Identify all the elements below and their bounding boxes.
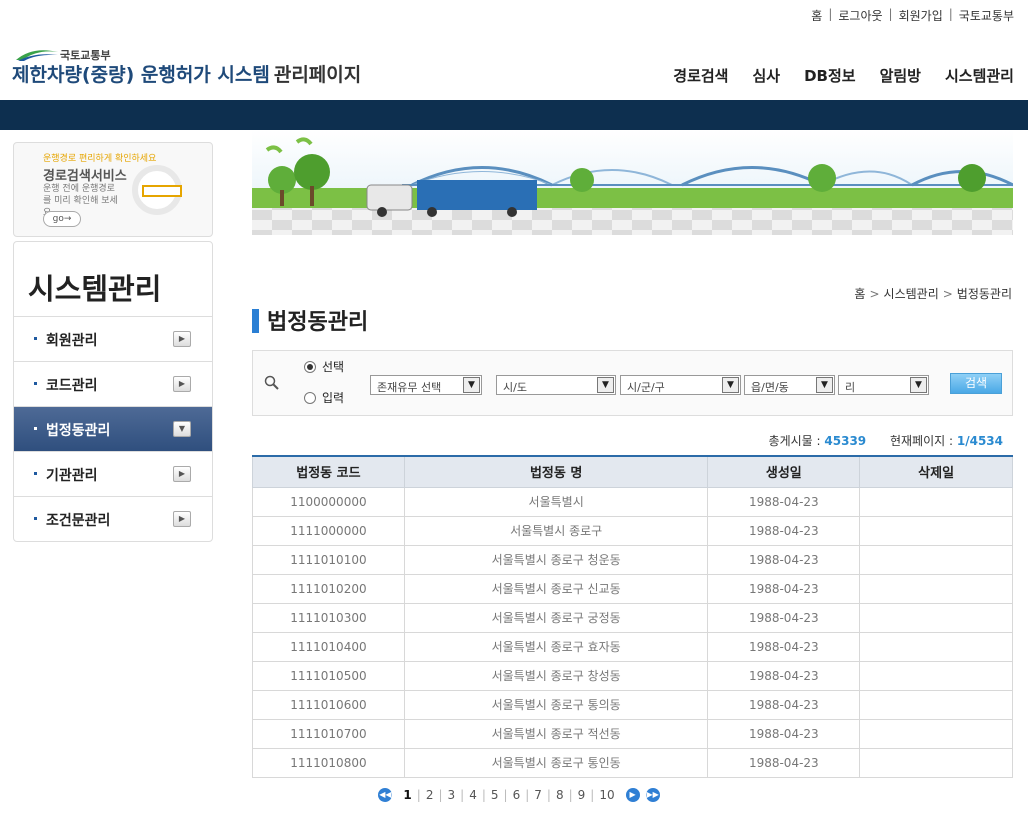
side-menu-item-legal-dong[interactable]: 법정동관리 ▼ bbox=[14, 407, 212, 452]
total-count: 45339 bbox=[824, 434, 867, 448]
page-title: 법정동관리 bbox=[252, 304, 368, 336]
page-indicator: 1/4534 bbox=[956, 434, 1003, 448]
search-icon bbox=[264, 375, 279, 390]
table-row[interactable]: 1111010200 서울특별시 종로구 신교동 1988-04-23 bbox=[252, 573, 1013, 604]
eupmyeondong-select[interactable]: 읍/면/동 ▼ bbox=[744, 375, 835, 395]
ministry-link[interactable]: 국토교통부 bbox=[959, 7, 1014, 24]
nav-bar bbox=[0, 100, 1028, 130]
column-header-code: 법정동 코드 bbox=[252, 456, 405, 488]
breadcrumb-system-admin[interactable]: 시스템관리 bbox=[884, 287, 939, 301]
logout-link[interactable]: 로그아웃 bbox=[838, 7, 882, 24]
page-link-2[interactable]: 2 bbox=[421, 788, 439, 802]
arrow-right-icon: ▶ bbox=[173, 466, 191, 482]
promo-tagline: 운행경로 편리하게 확인하세요 bbox=[43, 154, 157, 164]
radio-select[interactable]: 선택 bbox=[304, 358, 344, 375]
first-page-icon[interactable]: ◀◀ bbox=[378, 788, 393, 802]
sigungu-select[interactable]: 시/군/구 ▼ bbox=[620, 375, 741, 395]
last-page-icon[interactable]: ▶▶ bbox=[645, 788, 660, 802]
site-subtitle: 관리페이지 bbox=[273, 64, 362, 86]
breadcrumb: 홈 > 시스템관리 > 법정동관리 bbox=[854, 287, 1012, 301]
radio-input[interactable]: 입력 bbox=[304, 389, 344, 406]
nav-db-info[interactable]: DB정보 bbox=[804, 65, 856, 86]
page-link-5[interactable]: 5 bbox=[486, 788, 504, 802]
arrow-right-icon: ▶ bbox=[173, 511, 191, 527]
promo-title: 경로검색서비스 bbox=[43, 169, 127, 184]
column-header-created: 생성일 bbox=[707, 456, 861, 488]
pagination: ◀◀ 1 | 2 | 3 | 4 | 5 | 6 | 7 | 8 | 9 | 10 ▶ ▶▶ bbox=[378, 788, 660, 802]
table-row[interactable]: 1111010100 서울특별시 종로구 청운동 1988-04-23 bbox=[252, 544, 1013, 575]
record-count: 총게시물 : 45339 현재페이지 : 1/4534 bbox=[768, 434, 1003, 448]
page-link-8[interactable]: 8 bbox=[551, 788, 569, 802]
page-link-7[interactable]: 7 bbox=[529, 788, 547, 802]
next-page-icon[interactable]: ▶ bbox=[625, 788, 640, 802]
chevron-down-icon: ▼ bbox=[463, 377, 480, 393]
page-link-4[interactable]: 4 bbox=[464, 788, 482, 802]
main-nav: 경로검색 심사 DB정보 알림방 시스템관리 bbox=[673, 65, 1014, 86]
hero-banner bbox=[252, 130, 1013, 235]
nav-review[interactable]: 심사 bbox=[752, 65, 780, 86]
page-link-1[interactable]: 1 bbox=[398, 788, 416, 802]
signup-link[interactable]: 회원가입 bbox=[899, 7, 943, 24]
table-row[interactable]: 1100000000 서울특별시 1988-04-23 bbox=[252, 486, 1013, 517]
side-menu-item-members[interactable]: 회원관리 ▶ bbox=[14, 317, 212, 362]
column-header-name: 법정동 명 bbox=[403, 456, 709, 488]
side-menu: 시스템관리 회원관리 ▶ 코드관리 ▶ 법정동관리 ▼ 기관관리 ▶ 조건문관리… bbox=[13, 241, 213, 542]
page-link-9[interactable]: 9 bbox=[573, 788, 591, 802]
nav-notice[interactable]: 알림방 bbox=[880, 65, 921, 86]
route-search-promo[interactable]: 운행경로 편리하게 확인하세요 경로검색서비스 운행 전에 운행경로를 미리 확… bbox=[13, 142, 213, 237]
page-link-3[interactable]: 3 bbox=[443, 788, 461, 802]
table-row[interactable]: 1111010500 서울특별시 종로구 창성동 1988-04-23 bbox=[252, 660, 1013, 691]
arrow-right-icon: ▶ bbox=[173, 376, 191, 392]
chevron-down-icon: ▼ bbox=[722, 377, 739, 393]
table-row[interactable]: 1111000000 서울특별시 종로구 1988-04-23 bbox=[252, 515, 1013, 546]
table-header-row: 법정동 코드 법정동 명 생성일 삭제일 bbox=[252, 456, 1013, 488]
table-row[interactable]: 1111010800 서울특별시 종로구 통인동 1988-04-23 bbox=[252, 747, 1013, 778]
arrow-down-icon: ▼ bbox=[173, 421, 191, 437]
side-menu-title: 시스템관리 bbox=[14, 242, 212, 317]
promo-bar-icon bbox=[142, 185, 182, 197]
table-row[interactable]: 1111010300 서울특별시 종로구 궁정동 1988-04-23 bbox=[252, 602, 1013, 633]
page-link-10[interactable]: 10 bbox=[594, 788, 619, 802]
search-panel: 선택 입력 존재유무 선택 ▼ 시/도 ▼ 시/군/구 ▼ 읍/면/동 ▼ 리 ▼ 검색 bbox=[252, 350, 1013, 416]
chevron-down-icon: ▼ bbox=[597, 377, 614, 393]
search-button[interactable]: 검색 bbox=[950, 373, 1002, 394]
page-link-6[interactable]: 6 bbox=[508, 788, 526, 802]
utility-links: 홈 | 로그아웃 | 회원가입 | 국토교통부 bbox=[811, 7, 1014, 24]
site-title: 제한차량(중량) 운행허가 시스템 관리페이지 bbox=[12, 64, 362, 86]
legal-dong-table: 법정동 코드 법정동 명 생성일 삭제일 1100000000 서울특별시 1988… bbox=[252, 455, 1013, 778]
truck-bridge-illustration bbox=[252, 137, 1013, 235]
home-link[interactable]: 홈 bbox=[811, 7, 822, 24]
side-menu-item-agencies[interactable]: 기관관리 ▶ bbox=[14, 452, 212, 497]
chevron-down-icon: ▼ bbox=[816, 377, 833, 393]
table-row[interactable]: 1111010600 서울특별시 종로구 통의동 1988-04-23 bbox=[252, 689, 1013, 720]
breadcrumb-current: 법정동관리 bbox=[956, 287, 1012, 301]
exist-select[interactable]: 존재유무 선택 ▼ bbox=[370, 375, 482, 395]
side-menu-item-codes[interactable]: 코드관리 ▶ bbox=[14, 362, 212, 407]
breadcrumb-home[interactable]: 홈 bbox=[854, 287, 865, 301]
promo-go-button[interactable]: go→ bbox=[43, 211, 81, 227]
nav-route-search[interactable]: 경로검색 bbox=[673, 65, 728, 86]
side-menu-item-conditions[interactable]: 조건문관리 ▶ bbox=[14, 497, 212, 542]
nav-system-admin[interactable]: 시스템관리 bbox=[945, 65, 1014, 86]
table-row[interactable]: 1111010700 서울특별시 종로구 적선동 1988-04-23 bbox=[252, 718, 1013, 749]
arrow-right-icon: ▶ bbox=[173, 331, 191, 347]
chevron-down-icon: ▼ bbox=[910, 377, 927, 393]
column-header-deleted: 삭제일 bbox=[859, 456, 1013, 488]
sido-select[interactable]: 시/도 ▼ bbox=[496, 375, 616, 395]
ri-select[interactable]: 리 ▼ bbox=[838, 375, 929, 395]
table-row[interactable]: 1111010400 서울특별시 종로구 효자동 1988-04-23 bbox=[252, 631, 1013, 662]
